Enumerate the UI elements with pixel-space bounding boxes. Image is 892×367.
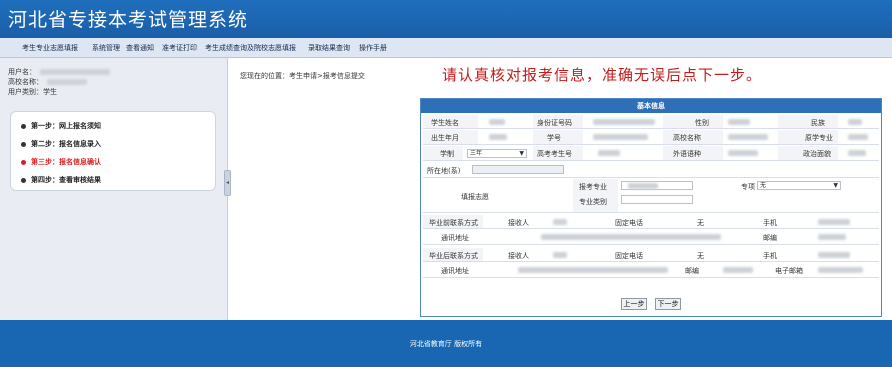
step-4[interactable]: 第四步：查看审核结果 [21, 175, 101, 185]
ethnicity-label: 民族 [811, 119, 825, 127]
notice-text: 请认真核对报考信息，准确无误后点下一步。 [442, 66, 763, 84]
mobile-label: 手机 [763, 219, 777, 227]
schooling-select[interactable]: 三年 ▼ [467, 149, 527, 158]
app-header: 河北省专接本考试管理系统 [0, 0, 892, 38]
form-row-2: 出生年月 学号 高校名称 原学专业 [423, 130, 879, 145]
step-4-label: 第四步：查看审核结果 [31, 176, 101, 184]
apply-major-label: 报考专业 [579, 183, 607, 191]
phone-label: 固定电话 [615, 219, 643, 227]
top-nav: 考生专业志愿填报 系统管理 查看通知 准考证打印 考生成绩查询及院校志愿填报 录… [0, 38, 892, 58]
postcode-label: 邮编 [763, 234, 777, 242]
footer: 河北省教育厅 版权所有 [0, 320, 892, 367]
special-select[interactable]: 无 ▼ [757, 181, 841, 190]
student-name-label: 学生姓名 [431, 119, 459, 127]
receiver-label-2: 接收人 [508, 252, 529, 260]
step-3-label: 第三步：报名信息确认 [31, 158, 101, 166]
form-row-volunteer: 填报志愿 报考专业 专业类别 专项 无 ▼ [423, 179, 879, 213]
app-title: 河北省专接本考试管理系统 [8, 9, 249, 31]
nav-item-manual[interactable]: 操作手册 [359, 43, 387, 53]
phone-value: 无 [697, 219, 704, 227]
contact-before-title: 毕业前联系方式 [429, 219, 478, 227]
phone-label-2: 固定电话 [615, 252, 643, 260]
mobile-label-2: 手机 [763, 252, 777, 260]
school-name-label-form: 高校名称 [673, 134, 701, 142]
step-2[interactable]: 第二步：报名信息录入 [21, 139, 101, 149]
step-1-label: 第一步：网上报名须知 [31, 122, 101, 130]
address-label: 通讯地址 [441, 234, 469, 242]
chevron-down-icon: ▼ [519, 150, 524, 157]
bullet-icon [21, 159, 26, 165]
location-label: 所在地(系) [427, 167, 461, 175]
contact-after-row-2: 通讯地址 邮编 电子邮箱 [423, 263, 879, 278]
bullet-icon [21, 141, 26, 147]
contact-after-title: 毕业后联系方式 [429, 252, 478, 260]
steps-panel: 第一步：网上报名须知 第二步：报名信息录入 第三步：报名信息确认 第四步：查看审… [10, 111, 216, 191]
step-1[interactable]: 第一步：网上报名须知 [21, 121, 101, 131]
step-2-label: 第二步：报名信息录入 [31, 140, 101, 148]
special-label: 专项 [741, 183, 755, 191]
user-name-label: 用户名： [8, 68, 36, 76]
birth-label: 出生年月 [431, 134, 459, 142]
exam-no-label: 高考考生号 [537, 150, 572, 158]
prev-step-button[interactable]: 上一步 [621, 298, 647, 310]
nav-item-system[interactable]: 系统管理 [92, 43, 120, 53]
form-row-3: 学制 三年 ▼ 高考考生号 外语语种 政治面貌 [423, 146, 879, 161]
email-label: 电子邮箱 [775, 267, 803, 275]
user-name-line: 用户名： [8, 67, 110, 77]
sidebar-collapse-button[interactable]: ◂ [224, 170, 231, 196]
phone-value-2: 无 [697, 252, 704, 260]
breadcrumb: 您现在的位置：考生申请>报考信息提交 [240, 72, 365, 80]
form-row-4: 所在地(系) [423, 162, 879, 178]
category-field[interactable] [621, 195, 693, 204]
schooling-value: 三年 [470, 150, 483, 157]
special-value: 无 [760, 182, 767, 189]
step-3[interactable]: 第三步：报名信息确认 [21, 157, 101, 167]
school-name-label: 高校名称： [8, 78, 43, 86]
address-label-2: 通讯地址 [441, 267, 469, 275]
copyright-text: 河北省教育厅 版权所有 [409, 340, 483, 348]
user-type-value: 学生 [43, 88, 57, 96]
language-label: 外语语种 [673, 150, 701, 158]
nav-item-admission-ticket[interactable]: 准考证打印 [162, 43, 197, 53]
schooling-label: 学制 [440, 150, 454, 158]
form-title: 基本信息 [421, 99, 881, 113]
next-step-button[interactable]: 下一步 [655, 298, 681, 310]
receiver-label: 接收人 [508, 219, 529, 227]
bullet-icon [21, 177, 26, 183]
volunteer-label: 填报志愿 [461, 193, 489, 201]
nav-item-notice[interactable]: 查看通知 [126, 43, 154, 53]
user-type-label: 用户类别： [8, 88, 43, 96]
gender-label: 性别 [695, 119, 709, 127]
school-name-line: 高校名称： [8, 77, 87, 87]
original-major-label: 原学专业 [805, 134, 833, 142]
politics-label: 政治面貌 [803, 150, 831, 158]
contact-after-row-1: 毕业后联系方式 接收人 固定电话 无 手机 [423, 248, 879, 262]
basic-info-form: 基本信息 学生姓名 身份证号码 性别 民族 出生年月 学号 高校名称 原学专业 … [420, 98, 882, 317]
nav-item-scores[interactable]: 考生成绩查询及院校志愿填报 [205, 43, 296, 53]
id-number-label: 身份证号码 [537, 119, 572, 127]
user-type-line: 用户类别：学生 [8, 87, 57, 97]
sidebar: 用户名： 高校名称： 用户类别：学生 第一步：网上报名须知 第二步：报名信息录入… [0, 58, 228, 320]
bullet-icon [21, 123, 26, 129]
postcode-label-2: 邮编 [685, 267, 699, 275]
student-no-label: 学号 [547, 134, 561, 142]
form-row-1: 学生姓名 身份证号码 性别 民族 [423, 115, 879, 129]
nav-item-results[interactable]: 录取结果查询 [308, 43, 350, 53]
category-label: 专业类别 [579, 198, 607, 206]
contact-before-row-1: 毕业前联系方式 接收人 固定电话 无 手机 [423, 215, 879, 229]
contact-before-row-2: 通讯地址 邮编 [423, 230, 879, 245]
location-field[interactable] [472, 165, 564, 174]
chevron-down-icon: ▼ [833, 182, 838, 189]
nav-item-volunteer[interactable]: 考生专业志愿填报 [22, 43, 78, 53]
